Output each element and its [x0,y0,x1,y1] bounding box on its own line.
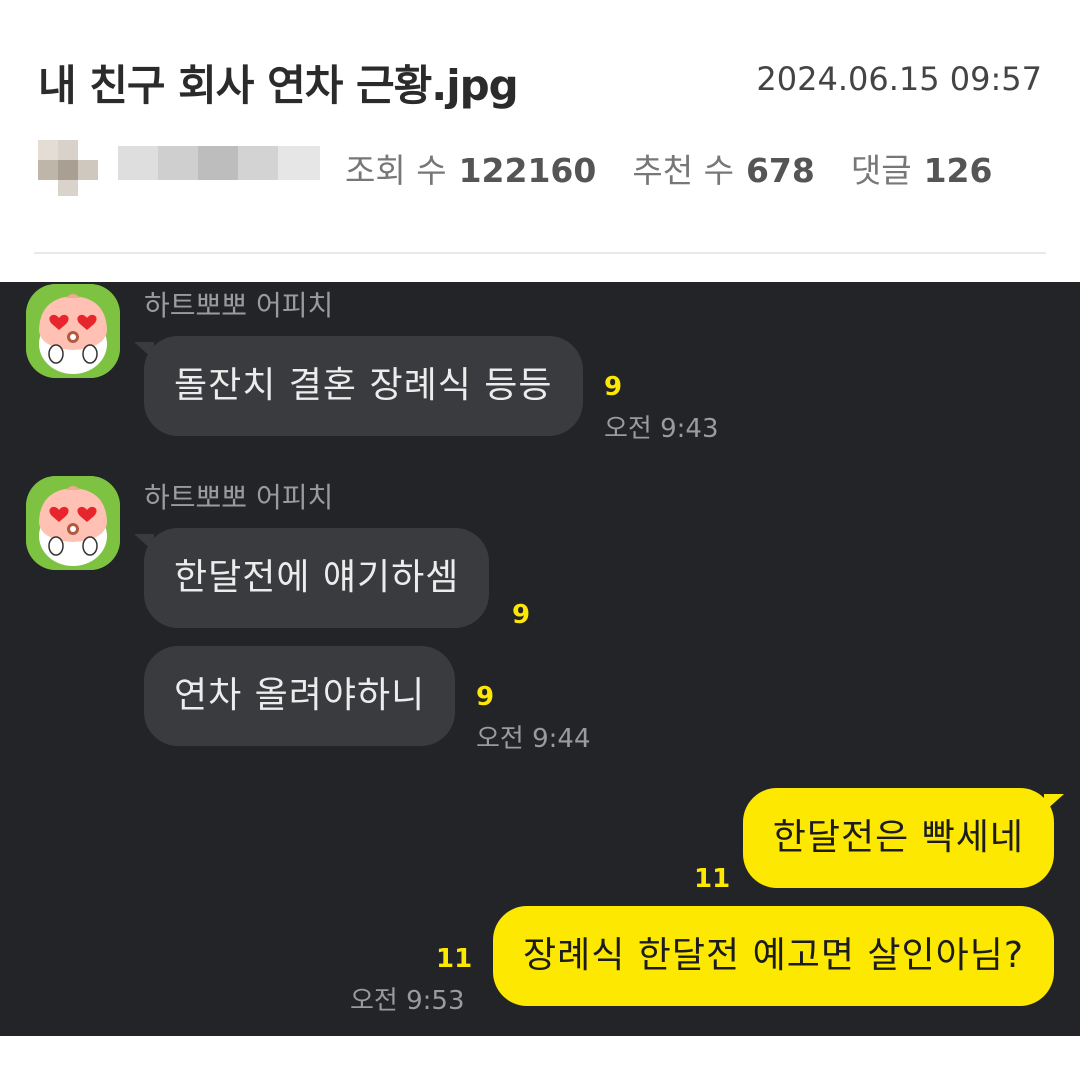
comments-label: 댓글 [850,151,912,190]
incoming-message-bubble[interactable]: 연차 올려야하니 [144,646,456,746]
likes-label: 추천 수 [632,151,734,190]
message-time: 오전 9:53 [350,986,465,1016]
post-title: 내 친구 회사 연차 근황.jpg [38,61,519,110]
post-stats: 조회 수 122160 추천 수 678 댓글 126 [345,144,992,192]
views-count: 122160 [458,151,597,190]
message-time: 오전 9:43 [604,414,719,444]
likes-count: 678 [745,151,815,190]
sender-name: 하트뽀뽀 어피치 [144,481,334,514]
unread-count: 11 [694,864,731,894]
incoming-message-bubble[interactable]: 한달전에 얘기하셈 [144,528,490,628]
views-label: 조회 수 [345,151,447,190]
incoming-message-bubble[interactable]: 돌잔치 결혼 장례식 등등 [144,336,583,436]
likes-stat: 추천 수 678 [632,144,814,192]
sender-name: 하트뽀뽀 어피치 [144,289,334,322]
bubble-tail [1044,794,1064,812]
comments-count: 126 [923,151,993,190]
apeach-avatar-icon [26,476,120,570]
outgoing-message-bubble[interactable]: 장례식 한달전 예고면 살인아님? [493,906,1054,1006]
chat-screenshot: 하트뽀뽀 어피치 돌잔치 결혼 장례식 등등 9 오전 9:43 하트뽀뽀 어피… [0,282,1080,1036]
unread-count: 9 [476,682,495,712]
unread-count: 11 [436,944,473,974]
views-stat: 조회 수 122160 [345,144,596,192]
outgoing-message-bubble[interactable]: 한달전은 빡세네 [742,788,1054,888]
apeach-avatar-icon [26,284,120,378]
message-time: 오전 9:44 [476,724,591,754]
comments-stat[interactable]: 댓글 126 [851,144,993,192]
unread-count: 9 [604,372,623,402]
author-avatar-blurred [38,140,320,196]
unread-count: 9 [512,600,531,630]
post-date: 2024.06.15 09:57 [756,60,1042,98]
header-divider [34,252,1046,254]
